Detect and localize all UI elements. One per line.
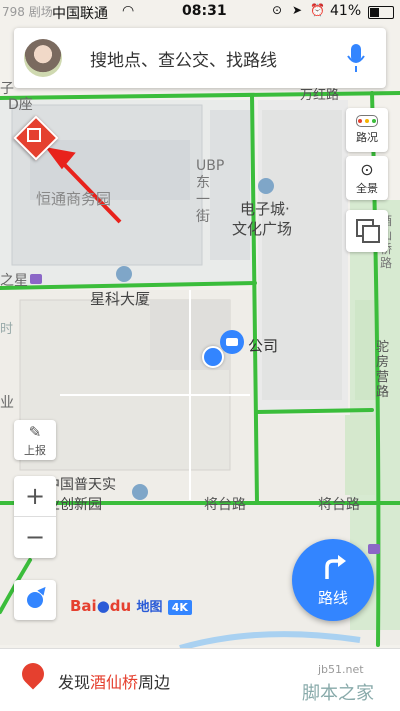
battery-icon [368,6,394,19]
zoom-out-button[interactable]: − [14,517,56,557]
zoom-in-button[interactable]: + [14,476,56,517]
search-bar[interactable]: 搜地点、查公交、找路线 [14,28,386,88]
zoom-control: + − [14,476,56,558]
status-bar: 798 剧场 中国联通 ◠ 08:31 ⊙ ➤ ⏰ 41% [0,0,400,24]
discover-suffix: 周边 [138,673,171,692]
route-label: 路线 [317,589,348,607]
logo-bai: Bai [70,597,97,615]
map-label-culture-plaza: 文化广场 [232,220,293,238]
discover-prefix: 发现 [58,673,91,692]
hotel-icon [30,274,42,284]
map-label-tuo: 时 [0,322,14,337]
layers-button[interactable] [346,210,388,252]
alarm-icon: ⏰ [310,3,325,17]
map-label-kexing: 星科大厦 [90,290,151,308]
discover-text: 发现酒仙桥周边 [58,669,170,693]
map-label-tuofang-road: 驼房营路 [376,340,390,400]
map-label-company: 公司 [248,337,279,355]
gift-icon [27,128,41,142]
traffic-icon [356,115,378,127]
map-label-electronic-city: 电子城· [240,200,290,218]
watermark-site: jb51.net [318,663,364,676]
baidu-pin-icon [17,658,49,693]
current-location-icon [202,346,224,368]
route-button[interactable]: 路线 [292,539,374,621]
report-button[interactable]: ✎ 上报 [14,420,56,460]
locate-button[interactable] [14,580,56,620]
location-arrow-icon: ➤ [292,3,303,17]
panorama-label: 全景 [356,182,378,195]
avatar[interactable] [24,39,62,77]
building-icon [116,266,132,282]
map-label-jiangtai-2: 将台路 [318,497,360,513]
logo-version-badge: 4K [167,600,192,615]
status-partial-label: 798 剧场 [2,5,53,19]
panorama-button[interactable]: ⊙ 全景 [346,156,388,200]
building-icon [258,178,274,194]
building-icon [132,484,148,500]
discover-bar[interactable]: 发现酒仙桥周边 jb51.net 脚本之家 [0,648,400,711]
search-input[interactable]: 搜地点、查公交、找路线 [90,46,277,71]
carrier-label: 中国联通 [52,6,108,22]
clock: 08:31 [182,3,227,19]
discover-place: 酒仙桥 [90,673,139,692]
wifi-icon: ◠ [122,3,135,19]
map-label-ubp: UBP东一街 [196,158,225,225]
lock-rotation-icon: ⊙ [272,3,283,17]
map-label-ye: 业 [0,395,14,411]
battery-percent: 41% [330,3,362,19]
map-label-putian-1: 中国普天实 [46,477,116,493]
logo-ditu: 地图 [136,600,163,615]
traffic-label: 路况 [356,131,378,144]
microphone-icon[interactable] [346,42,366,74]
compass-icon [27,584,49,608]
paw-icon: ● [96,597,110,615]
layers-icon [356,219,380,243]
map-label-d-block: D座 [8,97,33,113]
panorama-pin-icon: ⊙ [360,160,374,179]
map-label-hengtong: 恒通商务园 [36,190,112,208]
traffic-button[interactable]: 路况 [346,108,388,152]
map-label-jiangtai-1: 将台路 [204,497,246,513]
map-label-star: 之星 [0,273,28,289]
baidu-map-logo: Bai●du 地图 4K [70,596,192,615]
edit-icon: ✎ [28,423,42,441]
report-label: 上报 [24,444,46,457]
logo-du: du [109,597,132,615]
watermark-name: 脚本之家 [302,683,374,704]
company-marker-icon[interactable] [220,330,244,354]
gift-marker[interactable] [13,115,59,161]
turn-arrow-icon [325,555,346,579]
